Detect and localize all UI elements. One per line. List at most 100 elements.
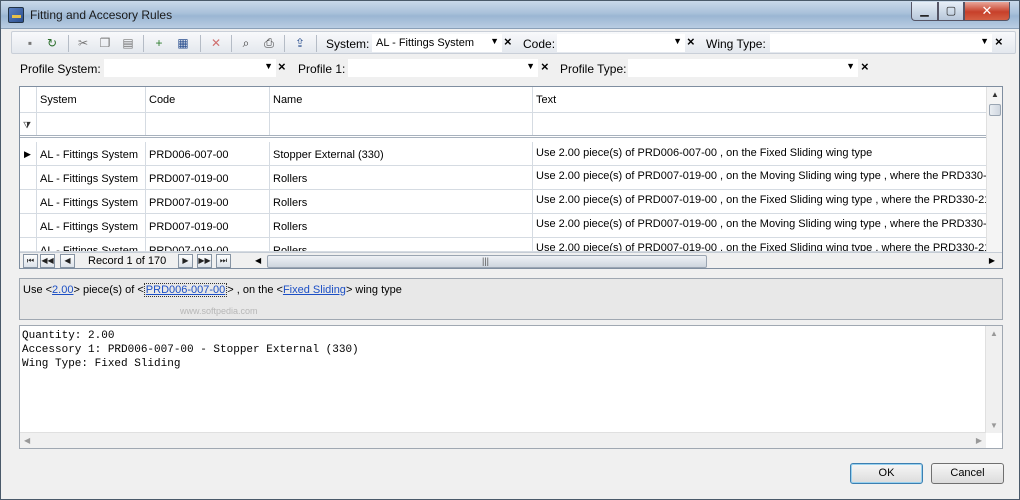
cell-system[interactable]: AL - Fittings System	[37, 214, 146, 238]
scroll-down-icon[interactable]: ▼	[990, 421, 998, 430]
print-icon[interactable]: ⎙	[261, 35, 277, 51]
next-record-button[interactable]: ▶	[178, 254, 193, 268]
detail-horizontal-scrollbar[interactable]: ◀ ▶	[20, 432, 986, 448]
save-icon[interactable]: ▪	[22, 35, 38, 51]
column-header-code[interactable]: Code	[146, 87, 270, 113]
ok-button[interactable]: OK	[850, 463, 923, 484]
grid-header: System Code Name Text	[20, 87, 986, 113]
filter-text[interactable]	[533, 113, 986, 135]
code-combo[interactable]: ▼	[557, 34, 685, 52]
paste-icon[interactable]: ▤	[120, 35, 136, 51]
cell-code[interactable]: PRD007-019-00	[146, 238, 270, 251]
quantity-link[interactable]: 2.00	[52, 284, 73, 296]
chevron-down-icon[interactable]: ▼	[264, 61, 273, 71]
profile-type-combo[interactable]: ▼	[628, 59, 858, 77]
cell-code[interactable]: PRD007-019-00	[146, 166, 270, 190]
cell-text[interactable]: Use 2.00 piece(s) of PRD007-019-00 , on …	[533, 166, 986, 190]
clear-wing-type-icon[interactable]: ×	[995, 34, 1003, 49]
table-row[interactable]: AL - Fittings System PRD007-019-00 Rolle…	[20, 190, 986, 214]
cut-icon[interactable]: ✂	[75, 35, 91, 51]
minimize-button[interactable]: ▁	[911, 2, 938, 21]
scroll-thumb[interactable]	[989, 104, 1001, 116]
cell-system[interactable]: AL - Fittings System	[37, 190, 146, 214]
chevron-down-icon[interactable]: ▼	[846, 61, 855, 71]
toolbar-separator	[200, 35, 201, 52]
last-record-button[interactable]: ⏭	[216, 254, 231, 268]
clear-profile-system-icon[interactable]: ×	[278, 59, 286, 74]
table-row[interactable]: AL - Fittings System PRD007-019-00 Rolle…	[20, 166, 986, 190]
chevron-down-icon[interactable]: ▼	[980, 36, 989, 46]
profile-system-combo[interactable]: ▼	[104, 59, 276, 77]
profile1-combo[interactable]: ▼	[348, 59, 538, 77]
column-header-system[interactable]: System	[37, 87, 146, 113]
cell-code[interactable]: PRD006-007-00	[146, 142, 270, 166]
record-counter: Record 1 of 170	[88, 255, 167, 267]
close-button[interactable]: ✕	[964, 2, 1010, 21]
cell-text[interactable]: Use 2.00 piece(s) of PRD006-007-00 , on …	[533, 142, 986, 166]
scroll-left-icon[interactable]: ◀	[255, 256, 261, 265]
cancel-button[interactable]: Cancel	[931, 463, 1004, 484]
toolbar-separator	[284, 35, 285, 52]
chevron-down-icon[interactable]: ▼	[490, 36, 499, 46]
cell-code[interactable]: PRD007-019-00	[146, 190, 270, 214]
cell-name[interactable]: Rollers	[270, 214, 533, 238]
cell-system[interactable]: AL - Fittings System	[37, 238, 146, 251]
cell-name[interactable]: Rollers	[270, 190, 533, 214]
next-page-button[interactable]: ▶▶	[197, 254, 212, 268]
scroll-up-icon[interactable]: ▲	[991, 90, 999, 99]
grid-vertical-scrollbar[interactable]: ▲	[986, 87, 1002, 253]
filter-name[interactable]	[270, 113, 533, 135]
clear-profile1-icon[interactable]: ×	[541, 59, 549, 74]
delete-icon[interactable]: ✕	[208, 35, 224, 51]
column-header-name[interactable]: Name	[270, 87, 533, 113]
chevron-down-icon[interactable]: ▼	[526, 61, 535, 71]
system-combo[interactable]: AL - Fittings System ▼	[372, 34, 502, 52]
export-icon[interactable]: ⇪	[292, 35, 308, 51]
cell-system[interactable]: AL - Fittings System	[37, 142, 146, 166]
watermark-text: www.softpedia.com	[180, 306, 258, 316]
scroll-right-icon[interactable]: ▶	[976, 436, 982, 445]
cell-text[interactable]: Use 2.00 piece(s) of PRD007-019-00 , on …	[533, 190, 986, 214]
wing-type-link[interactable]: Fixed Sliding	[283, 284, 346, 296]
clear-profile-type-icon[interactable]: ×	[861, 59, 869, 74]
scroll-left-icon[interactable]: ◀	[24, 436, 30, 445]
rule-detail-textbox[interactable]: Quantity: 2.00 Accessory 1: PRD006-007-0…	[19, 325, 1003, 449]
cell-text[interactable]: Use 2.00 piece(s) of PRD007-019-00 , on …	[533, 214, 986, 238]
filter-system[interactable]	[37, 113, 146, 135]
clear-system-icon[interactable]: ×	[504, 34, 512, 49]
cell-name[interactable]: Rollers	[270, 166, 533, 190]
first-record-button[interactable]: ⏮	[23, 254, 38, 268]
rules-grid[interactable]: System Code Name Text ⧩ ▶ AL - Fittings …	[19, 86, 1003, 269]
scroll-up-icon[interactable]: ▲	[990, 329, 998, 338]
main-toolbar: ▪ ↻ ✂ ❐ ▤ + ▦ ✕ ⌕ ⎙ ⇪ System: AL - Fitti…	[11, 31, 1016, 54]
hscroll-thumb[interactable]: |||	[267, 255, 707, 268]
cell-system[interactable]: AL - Fittings System	[37, 166, 146, 190]
scroll-right-icon[interactable]: ▶	[989, 256, 995, 265]
table-row[interactable]: AL - Fittings System PRD007-019-00 Rolle…	[20, 238, 986, 252]
cell-code[interactable]: PRD007-019-00	[146, 214, 270, 238]
accessory-code-link[interactable]: PRD006-007-00	[143, 283, 228, 297]
new-row-icon[interactable]: +	[151, 35, 167, 51]
prev-page-button[interactable]: ◀◀	[40, 254, 55, 268]
chevron-down-icon[interactable]: ▼	[673, 36, 682, 46]
table-row[interactable]: ▶ AL - Fittings System PRD006-007-00 Sto…	[20, 142, 986, 166]
refresh-icon[interactable]: ↻	[44, 35, 60, 51]
prev-record-button[interactable]: ◀	[60, 254, 75, 268]
cell-text[interactable]: Use 2.00 piece(s) of PRD007-019-00 , on …	[533, 238, 986, 251]
profile1-label: Profile 1:	[298, 62, 346, 76]
copy-icon[interactable]: ❐	[97, 35, 113, 51]
grid-horizontal-scrollbar[interactable]: ◀ ||| ▶	[252, 254, 997, 268]
wing-type-combo[interactable]: ▼	[770, 34, 992, 52]
clear-code-icon[interactable]: ×	[687, 34, 695, 49]
table-row[interactable]: AL - Fittings System PRD007-019-00 Rolle…	[20, 214, 986, 238]
maximize-button[interactable]: ▢	[938, 2, 964, 21]
fitting-rules-window: Fitting and Accesory Rules ▁ ▢ ✕ ▪ ↻ ✂ ❐…	[0, 0, 1020, 500]
print-preview-icon[interactable]: ⌕	[238, 35, 254, 51]
detail-vertical-scrollbar[interactable]: ▲ ▼	[985, 326, 1002, 433]
title-bar[interactable]: Fitting and Accesory Rules ▁ ▢ ✕	[1, 1, 1019, 29]
column-header-text[interactable]: Text	[533, 87, 986, 113]
filter-code[interactable]	[146, 113, 270, 135]
grid-icon[interactable]: ▦	[175, 35, 191, 51]
cell-name[interactable]: Rollers	[270, 238, 533, 251]
cell-name[interactable]: Stopper External (330)	[270, 142, 533, 166]
